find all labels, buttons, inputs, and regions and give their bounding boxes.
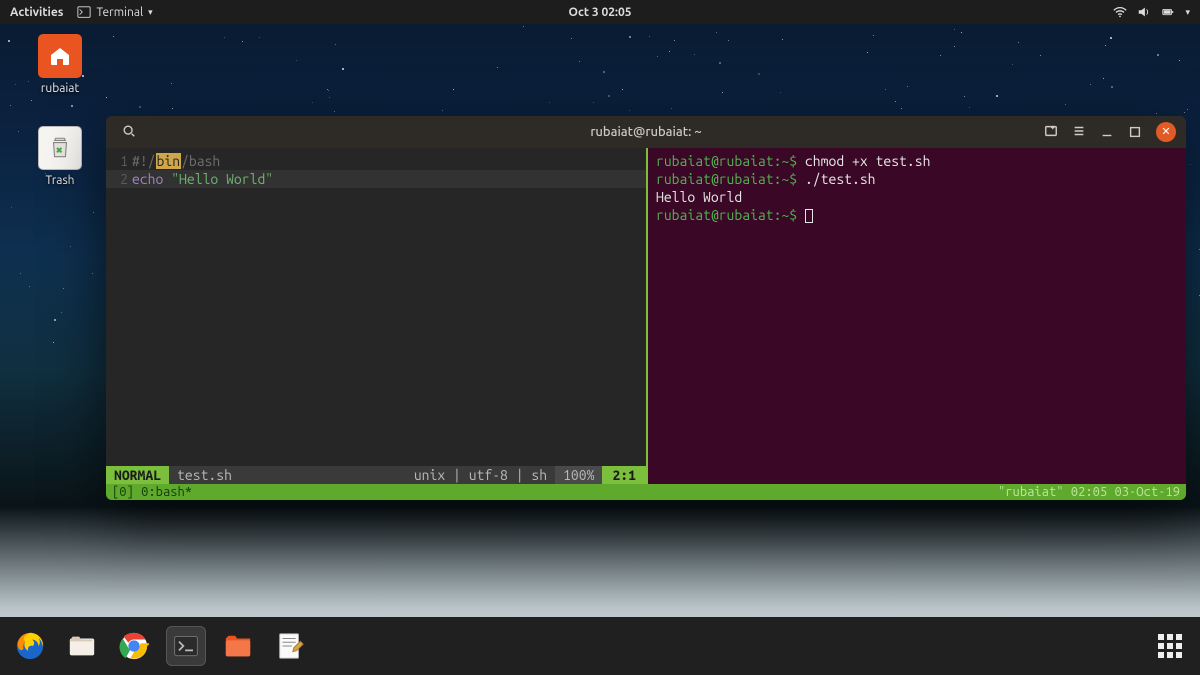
search-icon[interactable] <box>122 124 136 141</box>
dock-folder[interactable] <box>218 626 258 666</box>
dock-firefox[interactable] <box>10 626 50 666</box>
tmux-status-left: [0] 0:bash* <box>112 483 192 500</box>
vim-mode: NORMAL <box>106 466 169 484</box>
dropdown-triangle-icon: ▾ <box>1185 7 1190 18</box>
dock <box>0 617 1200 675</box>
dock-text-editor[interactable] <box>270 626 310 666</box>
volume-icon <box>1137 5 1151 19</box>
battery-icon <box>1161 5 1175 19</box>
home-folder-icon <box>48 44 72 68</box>
folder-icon <box>223 631 253 661</box>
tmux-pane-shell[interactable]: rubaiat@rubaiat:~$ chmod +x test.sh ruba… <box>648 148 1186 500</box>
desktop-icon-label: rubaiat <box>28 82 92 95</box>
desktop-icon-label: Trash <box>28 174 92 187</box>
desktop-icon-trash[interactable]: Trash <box>28 126 92 187</box>
hamburger-icon[interactable] <box>1072 124 1086 141</box>
new-tab-icon[interactable] <box>1044 124 1058 141</box>
app-menu-label: Terminal <box>96 6 143 19</box>
tmux-pane-editor[interactable]: 1 2 #!/bin/bash echo "Hello World" NORMA… <box>106 148 646 500</box>
shell-output: rubaiat@rubaiat:~$ chmod +x test.sh ruba… <box>656 152 1178 224</box>
dropdown-triangle-icon: ▾ <box>148 7 153 18</box>
text-editor-icon <box>275 631 305 661</box>
app-menu[interactable]: Terminal ▾ <box>77 5 152 19</box>
activities-button[interactable]: Activities <box>10 6 63 19</box>
firefox-icon <box>15 631 45 661</box>
dock-files[interactable] <box>62 626 102 666</box>
trash-icon <box>47 135 73 161</box>
tmux-session: 1 2 #!/bin/bash echo "Hello World" NORMA… <box>106 148 1186 500</box>
tmux-statusbar: [0] 0:bash* "rubaiat" 02:05 03-Oct-19 <box>106 484 1186 500</box>
tmux-status-right: "rubaiat" 02:05 03-Oct-19 <box>998 483 1180 500</box>
window-title: rubaiat@rubaiat: ~ <box>590 125 701 139</box>
vim-percent: 100% <box>555 466 602 484</box>
terminal-icon <box>77 5 91 19</box>
vim-position: 2:1 <box>602 466 646 484</box>
vim-statusline: NORMAL test.sh unix | utf-8 | sh 100% 2:… <box>106 466 646 484</box>
wifi-icon <box>1113 5 1127 19</box>
terminal-icon <box>172 632 200 660</box>
line-number-gutter: 1 2 <box>106 152 128 188</box>
close-button[interactable]: ✕ <box>1156 122 1176 142</box>
vim-fileinfo: unix | utf-8 | sh <box>406 466 555 484</box>
editor-content: #!/bin/bash echo "Hello World" <box>132 152 646 188</box>
window-titlebar[interactable]: rubaiat@rubaiat: ~ ✕ <box>106 116 1186 148</box>
dock-terminal[interactable] <box>166 626 206 666</box>
system-tray[interactable]: ▾ <box>1113 5 1190 19</box>
terminal-window: rubaiat@rubaiat: ~ ✕ 1 2 #!/bin/bash ech… <box>106 116 1186 500</box>
dock-chrome[interactable] <box>114 626 154 666</box>
maximize-button[interactable] <box>1128 125 1142 139</box>
apps-grid-icon <box>1158 634 1182 658</box>
files-icon <box>67 631 97 661</box>
gnome-topbar: Activities Terminal ▾ Oct 3 02:05 ▾ <box>0 0 1200 24</box>
minimize-button[interactable] <box>1100 125 1114 139</box>
desktop-icon-home[interactable]: rubaiat <box>28 34 92 95</box>
vim-filename: test.sh <box>169 466 240 484</box>
dock-show-applications[interactable] <box>1150 626 1190 666</box>
chrome-icon <box>119 631 149 661</box>
clock[interactable]: Oct 3 02:05 <box>569 6 632 19</box>
shell-cursor <box>805 209 813 223</box>
